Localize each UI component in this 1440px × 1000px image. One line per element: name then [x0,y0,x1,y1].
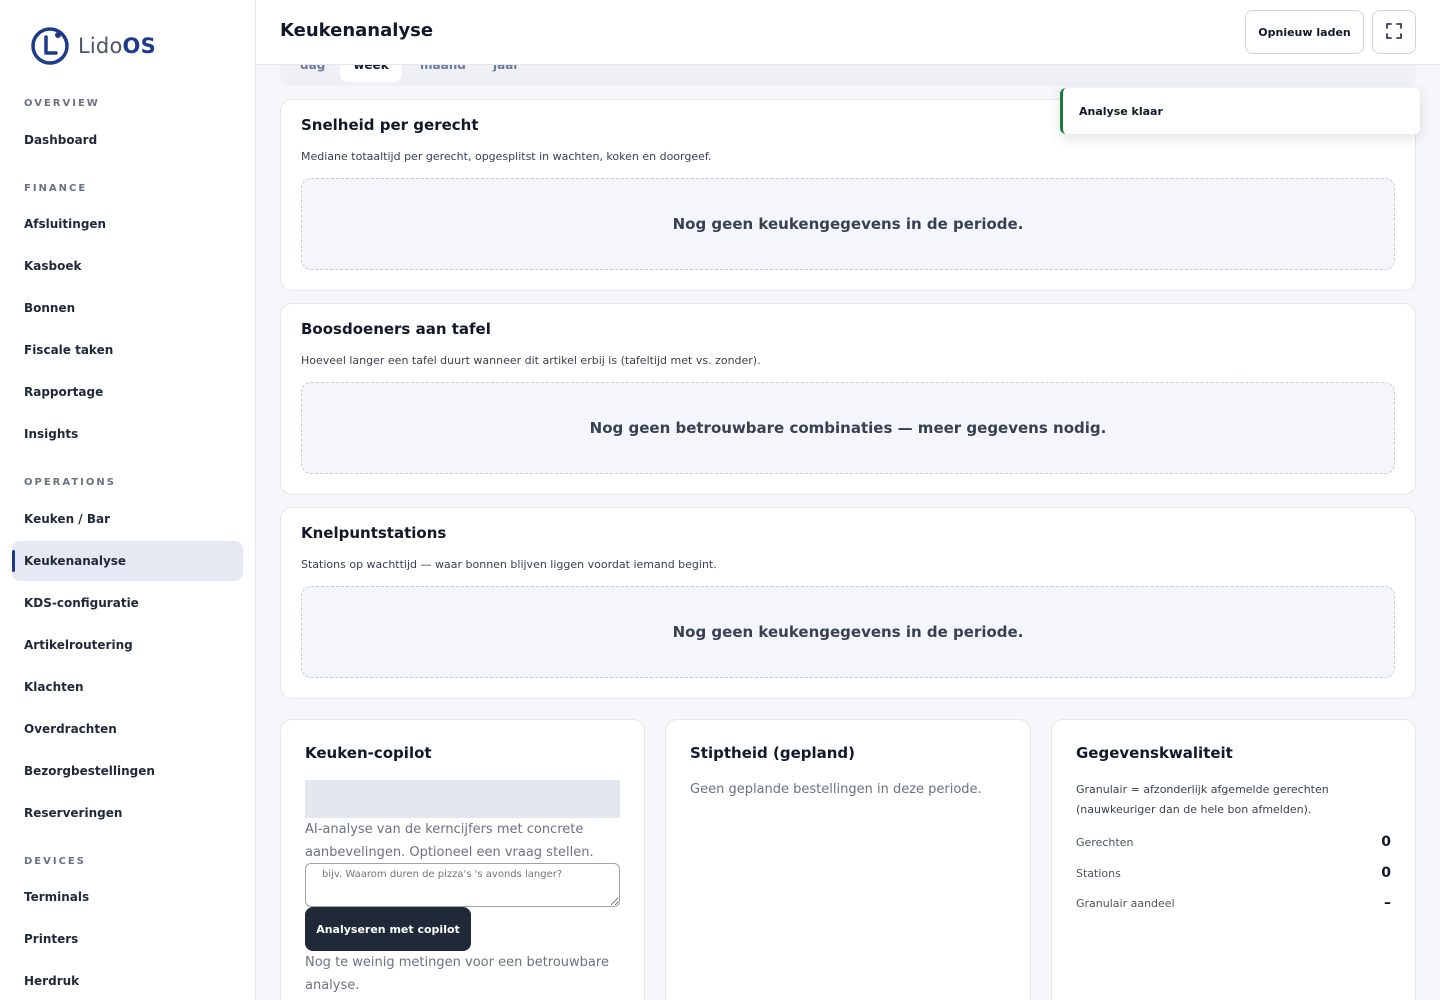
data-quality-description: Granulair = afzonderlijk afgemelde gerec… [1076,783,1329,816]
card-title: Stiptheid (gepland) [690,744,856,762]
stat-label: Granulair aandeel [1076,896,1175,910]
stat-value: – [1384,895,1391,911]
card-subtitle: Stations op wachttijd — waar bonnen blij… [301,558,717,571]
sidebar-item-fiscale-taken[interactable]: Fiscale taken [12,330,243,370]
copilot-note: Nog te weinig metingen voor een betrouwb… [305,955,609,993]
toast-notification: Analyse klaar [1060,88,1420,134]
stat-label: Stations [1076,866,1121,880]
punctuality-empty-text: Geen geplande bestellingen in deze perio… [690,782,982,797]
copilot-description: AI-analyse van de kerncijfers met concre… [305,822,594,860]
sidebar-item-kasboek[interactable]: Kasboek [12,246,243,286]
reload-button[interactable]: Opnieuw laden [1245,10,1364,54]
empty-state: Nog geen keukengegevens in de periode. [301,178,1395,270]
fullscreen-button[interactable] [1372,10,1416,54]
stat-label: Gerechten [1076,835,1134,849]
sidebar-item-overdrachten[interactable]: Overdrachten [12,709,243,749]
sidebar-item-bonnen[interactable]: Bonnen [12,288,243,328]
sidebar-item-artikelroutering[interactable]: Artikelroutering [12,625,243,665]
sidebar-item-bezorgbestellingen[interactable]: Bezorgbestellingen [12,751,243,791]
sidebar-item-dashboard[interactable]: Dashboard [12,120,243,160]
card-title: Snelheid per gerecht [301,116,479,134]
copilot-card: Keuken-copilot AI-analyse van de kerncij… [280,719,645,1000]
data-quality-card: Gegevenskwaliteit Granulair = afzonderli… [1051,719,1416,1000]
table-culprits-card: Boosdoeners aan tafel Hoeveel langer een… [280,303,1416,495]
logo-text: LidoOS [78,34,156,58]
card-title: Gegevenskwaliteit [1076,744,1233,762]
sidebar-item-printers[interactable]: Printers [12,919,243,959]
copilot-question-input[interactable] [305,863,620,907]
stat-value: 0 [1381,865,1391,881]
page-title: Keukenanalyse [280,20,434,41]
copilot-output-area [305,780,620,818]
sidebar-item-keuken-bar[interactable]: Keuken / Bar [12,499,243,539]
page-header: Keukenanalyse Opnieuw laden [256,0,1440,65]
section-finance: FINANCE [24,183,88,194]
empty-state: Nog geen betrouwbare combinaties — meer … [301,382,1395,474]
analyze-copilot-button[interactable]: Analyseren met copilot [305,907,471,951]
section-devices: DEVICES [24,856,86,867]
lidoos-logo-icon [30,26,70,66]
section-overview: OVERVIEW [24,98,100,109]
section-operations: OPERATIONS [24,477,116,488]
stat-row-granulair-aandeel: Granulair aandeel – [1076,893,1391,913]
logo[interactable]: LidoOS [30,26,156,66]
empty-state: Nog geen keukengegevens in de periode. [301,586,1395,678]
card-subtitle: Mediane totaaltijd per gerecht, opgespli… [301,150,712,163]
bottleneck-stations-card: Knelpuntstations Stations op wachttijd —… [280,507,1416,699]
card-title: Keuken-copilot [305,744,432,762]
card-title: Boosdoeners aan tafel [301,320,491,338]
sidebar-item-herdruk[interactable]: Herdruk [12,961,243,1000]
sidebar-item-klachten[interactable]: Klachten [12,667,243,707]
card-subtitle: Hoeveel langer een tafel duurt wanneer d… [301,354,761,367]
sidebar-item-kds-configuratie[interactable]: KDS-configuratie [12,583,243,623]
card-title: Knelpuntstations [301,524,447,542]
sidebar: LidoOS OVERVIEW Dashboard FINANCE Afslui… [0,0,256,1000]
stat-value: 0 [1381,834,1391,850]
sidebar-item-reserveringen[interactable]: Reserveringen [12,793,243,833]
sidebar-item-keukenanalyse[interactable]: Keukenanalyse [12,541,243,581]
sidebar-item-terminals[interactable]: Terminals [12,877,243,917]
fullscreen-icon [1385,22,1403,43]
punctuality-card: Stiptheid (gepland) Geen geplande bestel… [665,719,1031,1000]
sidebar-item-afsluitingen[interactable]: Afsluitingen [12,204,243,244]
stat-row-stations: Stations 0 [1076,863,1391,883]
sidebar-item-insights[interactable]: Insights [12,414,243,454]
stat-row-gerechten: Gerechten 0 [1076,832,1391,852]
sidebar-item-rapportage[interactable]: Rapportage [12,372,243,412]
